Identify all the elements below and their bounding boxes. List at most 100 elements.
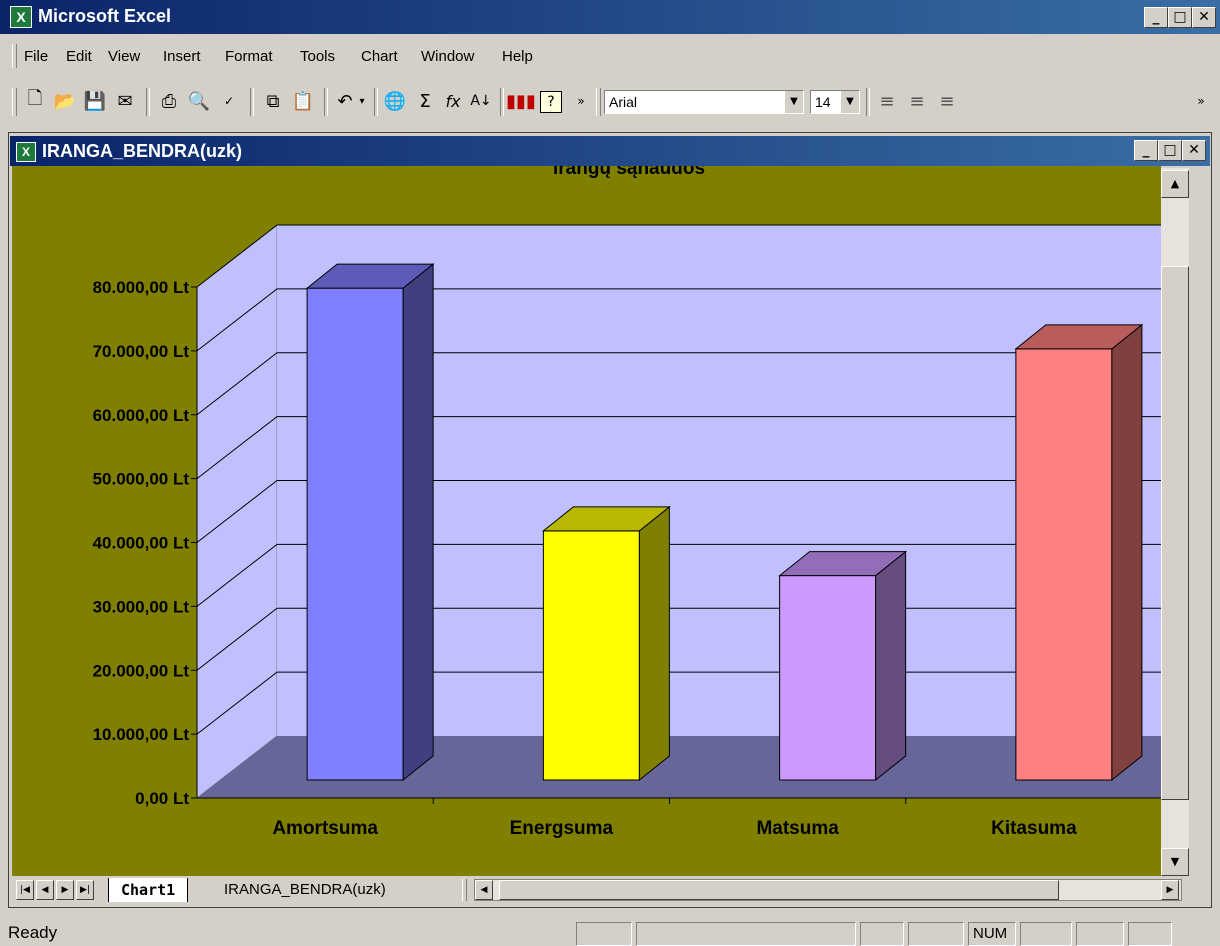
status-bar: Ready NUM: [0, 914, 1220, 946]
menu-window[interactable]: Window: [421, 48, 474, 65]
x-tick-label: Kitasuma: [991, 818, 1077, 839]
toolbar-overflow-icon[interactable]: »: [574, 88, 588, 114]
status-panel: [908, 922, 964, 946]
scroll-left-icon[interactable]: ◀: [475, 880, 493, 900]
maximize-icon[interactable]: □: [1168, 7, 1192, 28]
menu-help[interactable]: Help: [502, 48, 533, 65]
align-right-icon[interactable]: ≡: [934, 88, 960, 114]
app-title: Microsoft Excel: [38, 6, 172, 26]
toolbar-separator: [866, 88, 870, 116]
y-tick-label: 40.000,00 Lt: [93, 534, 190, 553]
toolbar-grip[interactable]: [596, 88, 601, 116]
toolbar-grip[interactable]: [12, 88, 17, 116]
next-sheet-icon[interactable]: ▶: [56, 880, 74, 900]
font-size-value: 14: [815, 94, 831, 110]
status-text: Ready: [8, 923, 58, 942]
bar-front: [542, 530, 640, 781]
new-file-icon[interactable]: 🗋: [22, 88, 48, 114]
print-preview-icon[interactable]: 🔍: [186, 88, 212, 114]
num-indicator: NUM: [968, 922, 1016, 946]
font-size-combo[interactable]: 14 ▼: [810, 90, 860, 114]
y-tick-label: 60.000,00 Lt: [93, 406, 190, 425]
excel-icon[interactable]: X: [10, 6, 32, 28]
doc-close-icon[interactable]: ✕: [1182, 140, 1206, 161]
save-icon[interactable]: 💾: [82, 88, 108, 114]
toolbar-separator: [250, 88, 254, 116]
chevron-down-icon[interactable]: ▼: [784, 91, 803, 113]
x-tick-label: Energsuma: [510, 818, 614, 839]
undo-dropdown-icon[interactable]: ▾: [354, 88, 370, 114]
status-panel: [860, 922, 904, 946]
chart-area[interactable]: Irangų sąnaudos 0,00 Lt 10.000,00 Lt 20.000…: [12, 166, 1161, 876]
menu-tools[interactable]: Tools: [300, 48, 335, 65]
align-center-icon[interactable]: ≡: [904, 88, 930, 114]
copy-icon[interactable]: ⧉: [260, 88, 286, 114]
spelling-icon[interactable]: ✓: [216, 88, 242, 114]
x-tick-label: Amortsuma: [272, 818, 378, 839]
toolbar-separator: [324, 88, 328, 116]
sort-ascending-icon[interactable]: A↓: [468, 88, 494, 114]
prev-sheet-icon[interactable]: ◀: [36, 880, 54, 900]
bar-front: [1015, 348, 1113, 781]
last-sheet-icon[interactable]: ▶|: [76, 880, 94, 900]
status-panel: [576, 922, 632, 946]
autosum-icon[interactable]: Σ: [412, 88, 438, 114]
chevron-down-icon[interactable]: ▼: [840, 91, 859, 113]
first-sheet-icon[interactable]: |◀: [16, 880, 34, 900]
bar-side: [1111, 323, 1143, 782]
align-left-icon[interactable]: ≡: [874, 88, 900, 114]
bar-front: [306, 287, 404, 781]
vertical-scrollbar[interactable]: ▲ ▼: [1161, 168, 1189, 876]
doc-maximize-icon[interactable]: □: [1158, 140, 1182, 161]
chart-title: Irangų sąnaudos: [553, 166, 705, 179]
vertical-scroll-thumb[interactable]: [1161, 266, 1189, 800]
print-icon[interactable]: ⎙: [156, 88, 182, 114]
hyperlink-icon[interactable]: 🌐: [382, 88, 408, 114]
toolbar-separator: [146, 88, 150, 116]
doc-minimize-icon[interactable]: _: [1134, 140, 1158, 161]
status-panel: [1020, 922, 1072, 946]
tab-iranga-bendra[interactable]: IRANGA_BENDRA(uzk): [212, 878, 398, 902]
chart-svg: Irangų sąnaudos 0,00 Lt 10.000,00 Lt 20.000…: [93, 166, 1161, 839]
font-name-combo[interactable]: Arial ▼: [604, 90, 804, 114]
minimize-icon[interactable]: _: [1144, 7, 1168, 28]
status-panel: [1128, 922, 1172, 946]
function-icon[interactable]: fx: [440, 88, 466, 114]
y-tick-label: 80.000,00 Lt: [93, 278, 190, 297]
document-title: IRANGA_BENDRA(uzk): [42, 141, 243, 161]
scroll-right-icon[interactable]: ▶: [1161, 880, 1179, 900]
y-tick-label: 10.000,00 Lt: [93, 725, 190, 744]
bar-side: [638, 505, 670, 782]
email-icon[interactable]: ✉: [112, 88, 138, 114]
horizontal-scroll-thumb[interactable]: [499, 880, 1059, 900]
menu-view[interactable]: View: [108, 48, 140, 65]
standard-toolbar: 🗋 📂 💾 ✉ ⎙ 🔍 ✓ ⧉ 📋 ↶ ▾ 🌐 Σ fx A↓ ▮▮▮ ? » …: [0, 82, 1220, 122]
font-name-value: Arial: [609, 94, 638, 110]
paste-icon[interactable]: 📋: [290, 88, 316, 114]
menu-file[interactable]: File: [24, 48, 48, 65]
scroll-down-icon[interactable]: ▼: [1161, 848, 1189, 876]
scroll-up-icon[interactable]: ▲: [1161, 170, 1189, 198]
y-tick-label: 70.000,00 Lt: [93, 342, 190, 361]
menu-bar: File Edit View Insert Format Tools Chart…: [0, 40, 1220, 70]
menubar-grip[interactable]: [12, 44, 17, 68]
tab-split-grip[interactable]: [462, 879, 467, 901]
menu-insert[interactable]: Insert: [163, 48, 201, 65]
toolbar-overflow-icon[interactable]: »: [1194, 88, 1208, 114]
y-tick-label: 50.000,00 Lt: [93, 470, 190, 489]
workbook-icon[interactable]: X: [16, 142, 36, 162]
document-title-bar: X IRANGA_BENDRA(uzk) _ □ ✕: [10, 136, 1210, 166]
tab-chart1[interactable]: Chart1: [108, 878, 189, 902]
help-icon[interactable]: ?: [540, 91, 562, 113]
close-icon[interactable]: ✕: [1192, 7, 1216, 28]
open-folder-icon[interactable]: 📂: [52, 88, 78, 114]
toolbar-separator: [374, 88, 378, 116]
chart-wizard-icon[interactable]: ▮▮▮: [506, 88, 536, 114]
horizontal-scrollbar[interactable]: ◀ ▶: [474, 879, 1182, 901]
menu-chart[interactable]: Chart: [361, 48, 398, 65]
sheet-tabs-bar: |◀ ◀ ▶ ▶| Chart1 IRANGA_BENDRA(uzk) ◀ ▶: [12, 876, 1188, 906]
menu-edit[interactable]: Edit: [66, 48, 92, 65]
menu-format[interactable]: Format: [225, 48, 273, 65]
bar-side: [875, 550, 907, 782]
status-panel: [1076, 922, 1124, 946]
